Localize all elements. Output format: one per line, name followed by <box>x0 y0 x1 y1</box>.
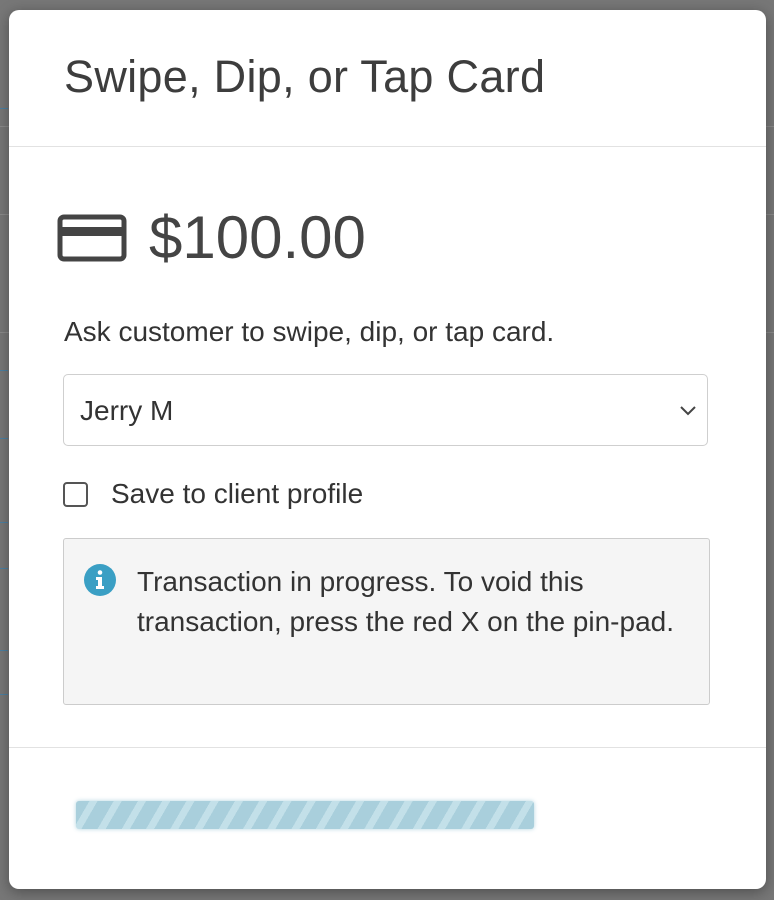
save-profile-label[interactable]: Save to client profile <box>111 474 363 514</box>
modal-header: Swipe, Dip, or Tap Card <box>9 10 766 147</box>
transaction-info-alert: Transaction in progress. To void this tr… <box>63 538 710 705</box>
info-icon <box>84 564 116 596</box>
modal-footer <box>9 747 766 889</box>
payment-modal: Swipe, Dip, or Tap Card $100.00 Ask cust… <box>9 10 766 889</box>
background-divider <box>0 370 8 371</box>
save-profile-checkbox[interactable] <box>63 481 88 507</box>
device-select[interactable]: Jerry M <box>63 374 708 446</box>
save-profile-row[interactable]: Save to client profile <box>63 474 363 514</box>
background-divider <box>0 438 8 439</box>
background-divider <box>0 568 8 569</box>
transaction-info-text: Transaction in progress. To void this tr… <box>137 566 674 637</box>
background-divider <box>0 108 8 109</box>
progress-bar <box>76 801 534 829</box>
chevron-down-icon <box>680 406 696 416</box>
background-divider <box>0 522 8 523</box>
background-divider <box>0 694 8 695</box>
payment-amount: $100.00 <box>149 204 366 271</box>
background-divider <box>0 650 8 651</box>
credit-card-icon <box>57 214 127 262</box>
device-select-value: Jerry M <box>80 395 174 426</box>
instruction-text: Ask customer to swipe, dip, or tap card. <box>64 316 555 347</box>
modal-title: Swipe, Dip, or Tap Card <box>64 51 546 102</box>
amount-row: $100.00 <box>57 203 366 273</box>
